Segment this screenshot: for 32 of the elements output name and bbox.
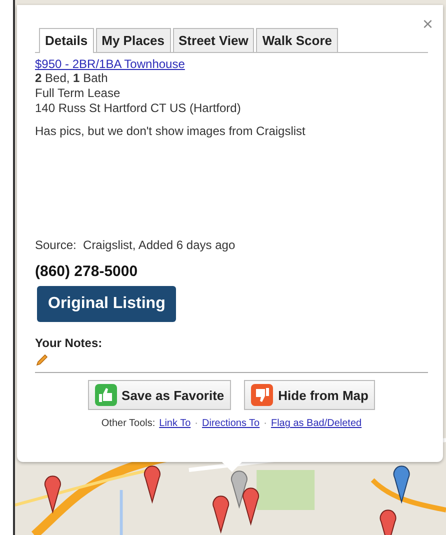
source-text: Source: Craigslist, Added 6 days ago — [35, 238, 236, 253]
address-text: 140 Russ St Hartford CT US (Hartford) — [35, 101, 241, 116]
note-text: Has pics, but we don't show images from Craigslist — [35, 124, 306, 139]
tool-link[interactable]: Directions To — [202, 418, 260, 429]
close-button[interactable]: × — [422, 15, 433, 33]
map-pin-icon[interactable] — [393, 466, 410, 502]
tab[interactable]: Details — [39, 28, 94, 53]
thumbs-up-icon — [94, 384, 117, 406]
map-pin-icon[interactable] — [230, 470, 248, 508]
map-pin-icon[interactable] — [44, 476, 61, 512]
thumbs-down-icon — [251, 384, 274, 406]
tab[interactable]: Street View — [172, 28, 254, 52]
beds-text: 2 Bed, 1 Bath — [35, 71, 108, 86]
map-pin-icon[interactable] — [144, 466, 160, 502]
action-button[interactable]: Save as Favorite — [88, 380, 232, 410]
separator-dot: · — [194, 418, 198, 429]
phone-number: (860) 278-5000 — [35, 263, 138, 280]
map-pin-icon[interactable] — [212, 496, 230, 532]
map-pin-icon[interactable] — [380, 510, 396, 535]
tab[interactable]: My Places — [96, 28, 171, 52]
map-pin-icon[interactable] — [242, 488, 260, 524]
pencil-icon[interactable] — [35, 353, 49, 367]
tab[interactable]: Walk Score — [256, 28, 338, 52]
listing-link[interactable]: $950 - 2BR/1BA Townhouse — [35, 57, 185, 71]
original-listing-button[interactable]: Original Listing — [37, 286, 176, 322]
tool-link[interactable]: Link To — [159, 418, 191, 429]
action-button[interactable]: Hide from Map — [244, 380, 376, 410]
lease-text: Full Term Lease — [35, 86, 120, 101]
notes-label: Your Notes: — [35, 336, 102, 350]
separator-dot: · — [264, 418, 267, 429]
tool-link[interactable]: Flag as Bad/Deleted — [270, 418, 362, 429]
other-tools-label: Other Tools: — [101, 418, 156, 429]
